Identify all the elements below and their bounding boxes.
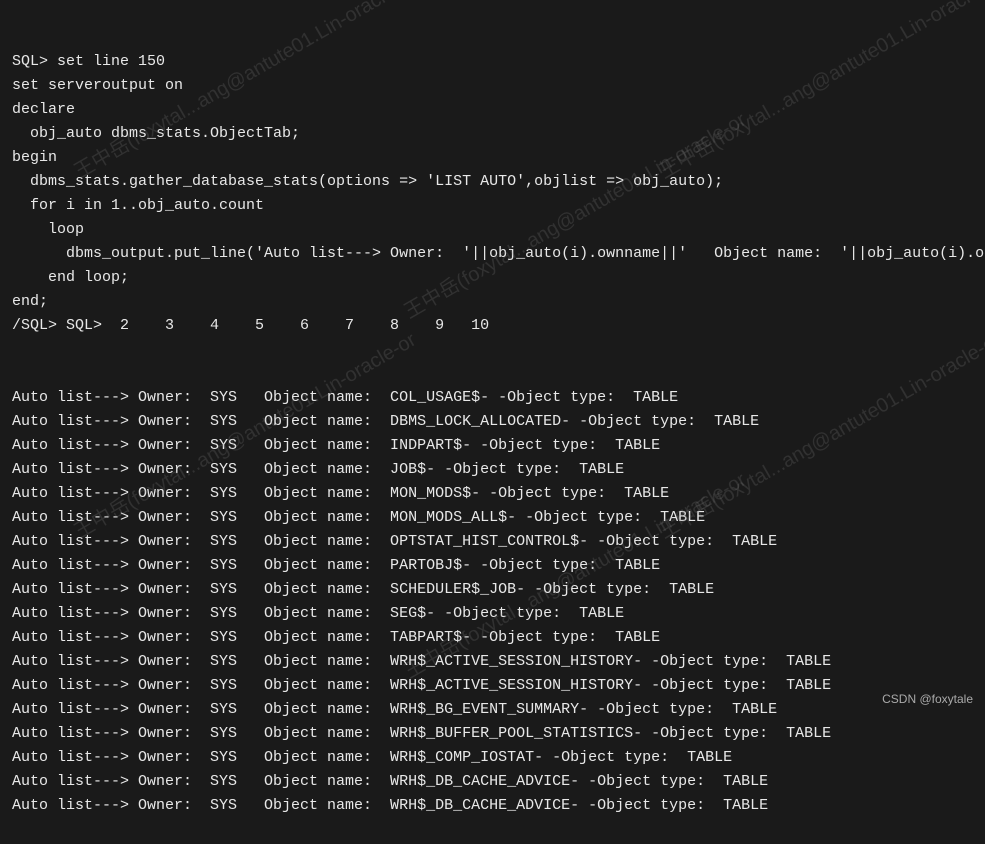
code-line: obj_auto dbms_stats.ObjectTab; [12, 122, 973, 146]
code-line: dbms_stats.gather_database_stats(options… [12, 170, 973, 194]
output-row: Auto list---> Owner: SYS Object name: DB… [12, 410, 973, 434]
code-line: /SQL> SQL> 2 3 4 5 6 7 8 9 10 [12, 314, 973, 338]
output-row: Auto list---> Owner: SYS Object name: WR… [12, 770, 973, 794]
sql-output-block: Auto list---> Owner: SYS Object name: CO… [12, 386, 973, 818]
code-line: for i in 1..obj_auto.count [12, 194, 973, 218]
output-row: Auto list---> Owner: SYS Object name: WR… [12, 746, 973, 770]
code-line: SQL> set line 150 [12, 50, 973, 74]
output-row: Auto list---> Owner: SYS Object name: WR… [12, 650, 973, 674]
output-row: Auto list---> Owner: SYS Object name: CO… [12, 386, 973, 410]
code-line: dbms_output.put_line('Auto list---> Owne… [12, 242, 973, 266]
code-line: end; [12, 290, 973, 314]
attribution-label: CSDN @foxytale [882, 690, 973, 709]
output-row: Auto list---> Owner: SYS Object name: JO… [12, 458, 973, 482]
terminal-output[interactable]: SQL> set line 150set serveroutput ondecl… [0, 0, 985, 844]
output-row: Auto list---> Owner: SYS Object name: WR… [12, 698, 973, 722]
code-line: begin [12, 146, 973, 170]
output-row: Auto list---> Owner: SYS Object name: WR… [12, 722, 973, 746]
code-line: end loop; [12, 266, 973, 290]
output-row: Auto list---> Owner: SYS Object name: IN… [12, 434, 973, 458]
code-line: loop [12, 218, 973, 242]
output-row: Auto list---> Owner: SYS Object name: WR… [12, 794, 973, 818]
output-row: Auto list---> Owner: SYS Object name: WR… [12, 674, 973, 698]
code-line: set serveroutput on [12, 74, 973, 98]
output-row: Auto list---> Owner: SYS Object name: MO… [12, 482, 973, 506]
sql-code-block: SQL> set line 150set serveroutput ondecl… [12, 50, 973, 338]
code-line: declare [12, 98, 973, 122]
output-row: Auto list---> Owner: SYS Object name: SE… [12, 602, 973, 626]
output-row: Auto list---> Owner: SYS Object name: SC… [12, 578, 973, 602]
output-row: Auto list---> Owner: SYS Object name: PA… [12, 554, 973, 578]
output-row: Auto list---> Owner: SYS Object name: OP… [12, 530, 973, 554]
output-row: Auto list---> Owner: SYS Object name: TA… [12, 626, 973, 650]
output-row: Auto list---> Owner: SYS Object name: MO… [12, 506, 973, 530]
